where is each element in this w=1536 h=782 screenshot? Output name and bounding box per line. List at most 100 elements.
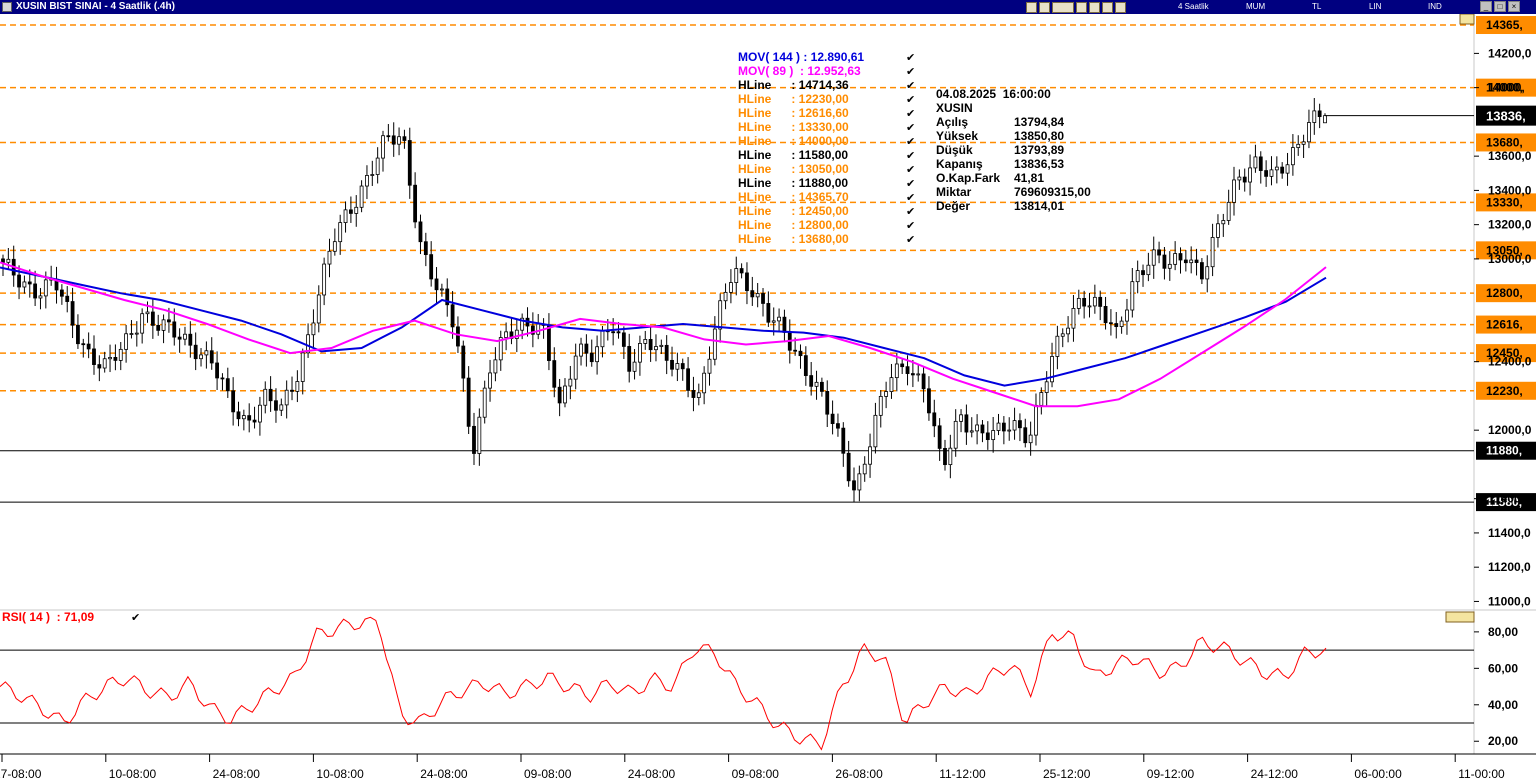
panel-menu-icon: [1459, 14, 1475, 25]
candle-body-144: [771, 320, 776, 323]
chart-canvas[interactable]: 14365,14000,13680,13330,13050,12800,1261…: [0, 14, 1536, 782]
candle-body-52: [279, 404, 284, 411]
candle-body-143: [766, 303, 771, 323]
scale-button[interactable]: LIN: [1369, 0, 1381, 14]
indicator-button[interactable]: IND: [1428, 0, 1442, 14]
candle-body-125: [670, 359, 674, 370]
candle-body-203: [1087, 305, 1092, 308]
candle-body-189: [1012, 420, 1017, 431]
candle-body-157: [841, 427, 846, 454]
legend-check-icon-11: ✔: [906, 206, 915, 218]
candle-body-79: [423, 241, 428, 256]
info-value-4: 41,81: [1014, 171, 1044, 185]
candle-body-207: [1109, 322, 1113, 325]
legend-item-11: HLine : 12450,00: [738, 204, 849, 218]
candle-body-151: [809, 375, 814, 387]
settings-icon[interactable]: [1115, 1, 1126, 13]
candle-body-21: [113, 357, 118, 361]
candle-body-112: [600, 329, 605, 348]
hline-tag-label-3: 13330,: [1486, 195, 1523, 209]
minimize-icon[interactable]: _: [1480, 1, 1492, 12]
candle-body-13: [70, 301, 75, 326]
x-tick-label-14: 11-00:00: [1458, 767, 1505, 781]
candle-body-92: [493, 359, 498, 374]
legend-item-0: MOV( 144 ) : 12.890,61: [738, 50, 864, 64]
info-label-5: Miktar: [936, 185, 972, 199]
zoom-icon[interactable]: [1076, 1, 1087, 13]
candle-body-161: [862, 463, 867, 475]
candle-body-215: [1151, 249, 1156, 266]
candle-body-243: [1301, 141, 1306, 145]
print-icon[interactable]: [1039, 1, 1050, 13]
rsi-tick-label-3: 20,00: [1488, 734, 1518, 748]
candle-body-36: [193, 344, 198, 360]
candle-body-28: [150, 311, 155, 326]
chart-type-icon[interactable]: [1026, 1, 1037, 13]
info-value-1: 13850,80: [1014, 129, 1064, 143]
info-value-0: 13794,84: [1014, 115, 1064, 129]
candle-body-230: [1232, 179, 1236, 203]
candle-body-75: [402, 136, 407, 141]
template-icon[interactable]: [1052, 1, 1074, 13]
candle-body-227: [1216, 223, 1220, 238]
period-button[interactable]: 4 Saatlik: [1178, 0, 1209, 14]
currency-button[interactable]: TL: [1312, 0, 1321, 14]
legend-check-icon-0: ✔: [906, 52, 915, 64]
candle-body-45: [241, 415, 246, 420]
candle-body-80: [429, 254, 434, 280]
candle-body-238: [1274, 166, 1279, 171]
x-tick-label-11: 09-12:00: [1147, 767, 1195, 781]
candle-body-236: [1264, 170, 1269, 177]
candle-body-24: [129, 333, 134, 335]
hline-tag-label-0: 14365,: [1486, 18, 1523, 32]
candle-body-195: [1044, 381, 1049, 393]
y-tick-label-3: 13400,0: [1488, 183, 1532, 197]
candle-body-211: [1130, 281, 1135, 311]
candle-body-191: [1023, 427, 1028, 444]
candle-body-23: [124, 333, 129, 350]
candle-body-73: [391, 135, 396, 145]
candle-body-111: [595, 346, 599, 363]
candle-body-34: [183, 333, 187, 340]
legend-item-12: HLine : 12800,00: [738, 218, 849, 232]
hline-tag-label-8: 12230,: [1486, 384, 1523, 398]
candle-body-142: [761, 293, 765, 304]
candle-body-67: [359, 185, 364, 208]
candle-body-176: [943, 448, 947, 466]
legend-item-2: HLine : 14714,36: [738, 78, 849, 92]
candle-body-59: [316, 294, 321, 324]
legend-check-icon-12: ✔: [906, 220, 915, 232]
candle-body-4: [22, 281, 27, 288]
candle-body-201: [1076, 297, 1081, 309]
candle-body-51: [274, 400, 278, 411]
candle-body-166: [889, 377, 894, 392]
candle-body-54: [290, 389, 294, 392]
color-icon[interactable]: [1102, 1, 1113, 13]
candle-body-105: [563, 385, 567, 404]
candle-body-5: [27, 281, 32, 285]
candle-body-127: [680, 363, 685, 370]
candle-body-12: [65, 295, 70, 302]
candle-body-186: [996, 422, 1001, 431]
info-label-3: Kapanış: [936, 157, 983, 171]
style-button[interactable]: MUM: [1246, 0, 1265, 14]
candle-body-146: [782, 316, 787, 333]
maximize-icon[interactable]: □: [1494, 1, 1506, 12]
hline-tag-label-2: 13680,: [1486, 135, 1523, 149]
candle-body-56: [300, 352, 305, 382]
legend-check-icon-9: ✔: [906, 178, 915, 190]
candle-body-137: [734, 268, 739, 283]
candle-body-26: [140, 313, 145, 334]
candle-body-38: [204, 350, 209, 356]
draw-icon[interactable]: [1089, 1, 1100, 13]
candle-body-138: [739, 268, 744, 274]
candle-body-128: [686, 368, 690, 391]
candle-body-233: [1248, 167, 1252, 183]
x-tick-label-0: 27-08:00: [0, 767, 42, 781]
close-icon[interactable]: ×: [1508, 1, 1520, 12]
candle-body-241: [1290, 147, 1295, 166]
candle-body-247: [1323, 115, 1327, 124]
x-tick-label-1: 10-08:00: [109, 767, 157, 781]
candle-body-25: [134, 332, 139, 335]
legend-item-7: HLine : 11580,00: [738, 148, 848, 162]
